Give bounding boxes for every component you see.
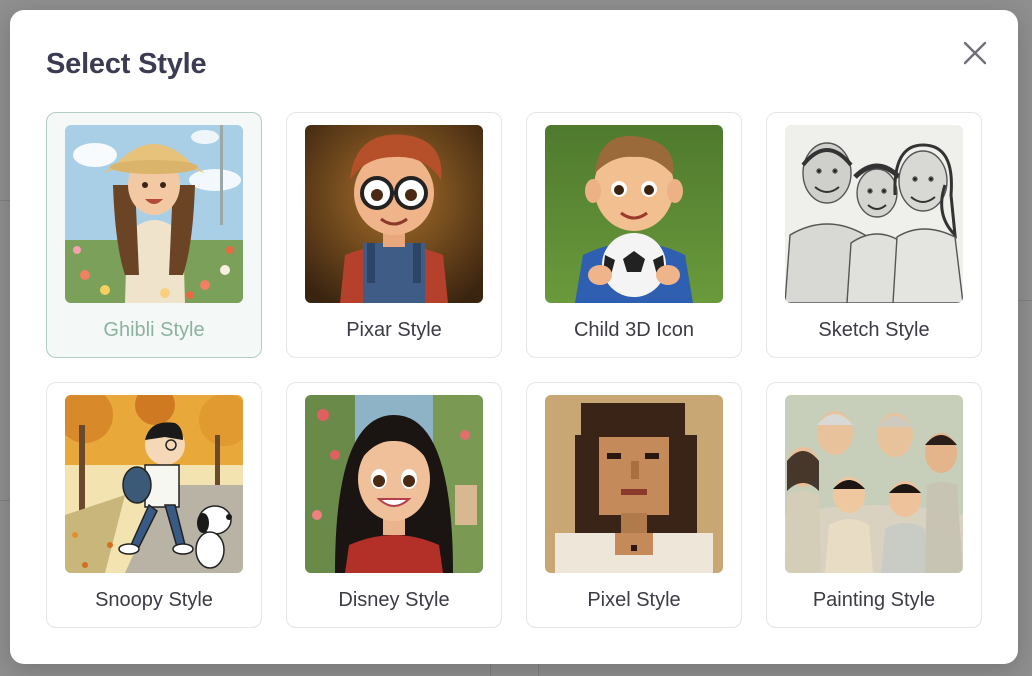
style-card-child-3d-icon[interactable]: Child 3D Icon <box>526 112 742 358</box>
style-card-label: Disney Style <box>338 589 450 611</box>
background-divider <box>0 500 10 501</box>
style-card-label: Child 3D Icon <box>573 319 695 341</box>
style-grid: Ghibli Style Pixar Style Child 3D Icon S… <box>46 112 982 628</box>
style-card-label: Pixel Style <box>587 589 681 611</box>
select-style-modal: Select Style Ghibli Style Pixar Style Ch… <box>10 10 1018 664</box>
style-card-label: Painting Style <box>812 589 936 611</box>
style-card-painting[interactable]: Painting Style <box>766 382 982 628</box>
background-divider <box>490 664 491 676</box>
painting-style-thumbnail <box>785 395 963 573</box>
style-card-label: Sketch Style <box>818 319 930 341</box>
style-card-label: Snoopy Style <box>95 589 213 611</box>
style-card-pixar[interactable]: Pixar Style <box>286 112 502 358</box>
ghibli-style-thumbnail <box>65 125 243 303</box>
pixar-style-thumbnail <box>305 125 483 303</box>
background-divider <box>0 200 10 201</box>
style-card-pixel[interactable]: Pixel Style <box>526 382 742 628</box>
style-card-label: Ghibli Style <box>103 319 205 341</box>
style-card-ghibli[interactable]: Ghibli Style <box>46 112 262 358</box>
sketch-style-thumbnail <box>785 125 963 303</box>
disney-style-thumbnail <box>305 395 483 573</box>
modal-title: Select Style <box>46 48 207 80</box>
background-divider <box>538 664 539 676</box>
style-card-label: Pixar Style <box>346 319 442 341</box>
style-card-snoopy[interactable]: Snoopy Style <box>46 382 262 628</box>
style-card-disney[interactable]: Disney Style <box>286 382 502 628</box>
style-card-sketch[interactable]: Sketch Style <box>766 112 982 358</box>
background-divider <box>1018 300 1032 301</box>
child-3d-icon-thumbnail <box>545 125 723 303</box>
snoopy-style-thumbnail <box>65 395 243 573</box>
close-icon <box>963 41 987 65</box>
pixel-style-thumbnail <box>545 395 723 573</box>
close-button[interactable] <box>958 36 992 70</box>
